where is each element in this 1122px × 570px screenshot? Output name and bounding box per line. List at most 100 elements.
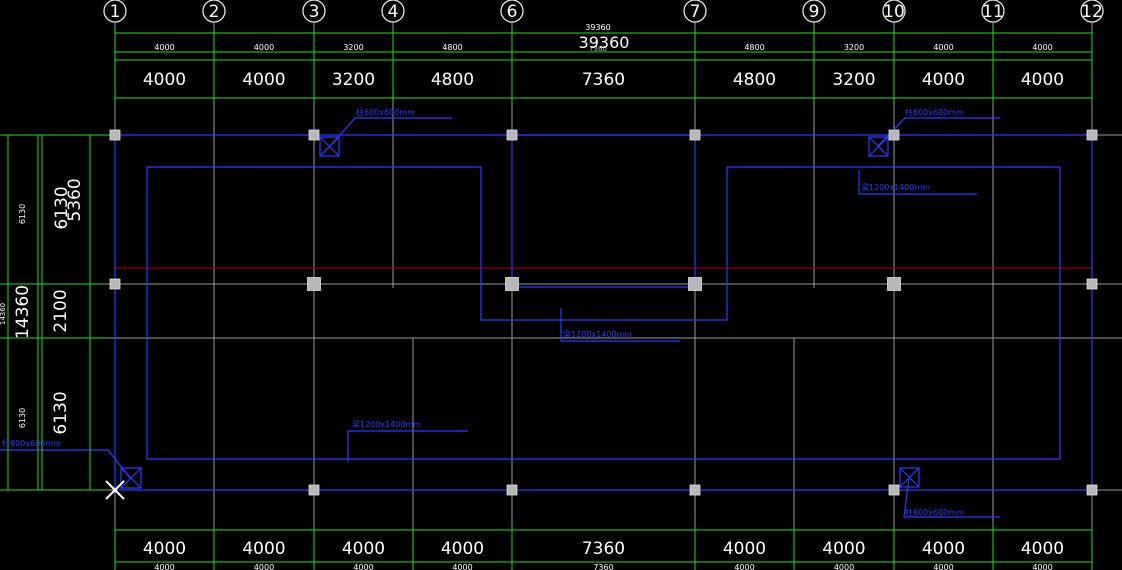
axis-label: 9 [809,2,820,22]
dim-bottom-small-6: 4000 [834,563,854,570]
grid-lines [0,20,1122,570]
dim-bottom-big-8: 4000 [1021,539,1064,559]
dim-top-big-4: 7360 [582,70,625,90]
dim-top-small-6: 3200 [844,43,864,52]
axis-label: 11 [982,2,1004,22]
dim-top-small-2: 3200 [343,43,363,52]
column-marker [887,277,901,291]
column-marker [109,129,121,141]
dim-top-small-5: 4800 [744,43,764,52]
structure-outlines [0,117,1093,518]
dim-left-seg-small-bottom: 6130 [18,408,27,428]
axis-bubble-9: 9 [802,0,826,23]
label-column-bottom-right: 柱600x600mm [905,507,964,517]
dim-bottom-big-0: 4000 [143,539,186,559]
column-marker [505,277,519,291]
dim-bottom-big-7: 4000 [922,539,965,559]
dim-bottom-small-4: 7360 [593,563,613,570]
axis-label: 1 [110,2,121,22]
dim-top-small-1: 4000 [254,43,274,52]
dim-left-seg-small-top: 6130 [18,204,27,224]
dim-top-big-5: 4800 [733,70,776,90]
dim-top-small-7: 4000 [933,43,953,52]
dim-left-total-big: 14360 [13,285,33,339]
axis-bubble-4: 4 [381,0,405,23]
column-markers [109,129,1098,496]
dim-bottom-big-6: 4000 [822,539,865,559]
dim-left-total-small: 14360 [0,303,7,325]
axis-bubble-3: 3 [302,0,326,23]
column-marker [308,484,320,496]
dim-bottom-big-5: 4000 [723,539,766,559]
dim-top-small-8: 4000 [1032,43,1052,52]
column-marker [689,129,701,141]
dim-bottom-small-0: 4000 [154,563,174,570]
axis-bubble-7: 7 [683,0,707,23]
dim-bottom-big-4: 7360 [582,539,625,559]
axis-bubbles: 1 2 3 4 6 7 9 10 11 12 [103,0,1104,23]
label-beam-top-right: 梁1200x1400mm [861,183,930,192]
dim-top-small-3: 4800 [442,43,462,52]
axis-bubble-2: 2 [202,0,226,23]
dim-bottom-big-2: 4000 [342,539,385,559]
cad-drawing-canvas[interactable]: 39360 39360 7360 4000 4000 3200 4800 4800 320… [0,0,1122,570]
dim-bottom-small-3: 4000 [452,563,472,570]
dim-top-big-3: 4800 [431,70,474,90]
beam-outline [146,166,1061,460]
column-marker [307,277,321,291]
dim-left-seg-big-3: 6130 [51,391,71,434]
dim-bottom-small-2: 4000 [353,563,373,570]
dim-left-seg-big-2: 2100 [51,289,71,332]
outer-frame [114,134,1093,491]
label-column-top-right: 柱600x600mm [905,107,964,117]
label-column-top-left: 柱600x600mm [356,107,415,117]
column-marker [1086,129,1098,141]
column-marker [109,278,121,290]
column-marker [688,277,702,291]
dim-top-small-0: 4000 [154,43,174,52]
column-marker [689,484,701,496]
dim-bottom-big-labels: 4000 4000 4000 4000 7360 4000 4000 4000 4000 [143,539,1064,559]
dim-top-big-0: 4000 [143,70,186,90]
column-marker [1086,278,1098,290]
axis-label: 2 [209,2,220,22]
axis-label: 12 [1081,2,1103,22]
column-marker [506,129,518,141]
label-beam-middle: 梁1200x1400mm [563,330,632,339]
dim-top-total-small: 39360 [585,23,610,32]
leader-col-bl [0,449,131,479]
axis-bubble-12: 12 [1080,0,1104,23]
axis-bubble-1: 1 [103,0,127,23]
dim-top-big-6: 3200 [832,70,875,90]
label-beam-bottom-left: 梁1200x1400mm [352,420,421,429]
dim-left-seg-big-1: 5360 [65,178,85,221]
leader-beam-bl [347,430,468,462]
dim-bottom-big-1: 4000 [242,539,285,559]
dim-top-big-8: 4000 [1021,70,1064,90]
axis-bubble-10: 10 [882,0,906,23]
axis-label: 10 [883,2,905,22]
dim-top-big-2: 3200 [332,70,375,90]
dim-bottom-small-labels: 4000 4000 4000 4000 7360 4000 4000 4000 4000 [154,563,1052,570]
label-column-bottom-left: 柱600x600mm [2,438,61,448]
column-marker [506,484,518,496]
axis-label: 3 [309,2,320,22]
column-marker [888,129,900,141]
inner-opening [511,134,696,288]
dim-top-big-labels: 4000 4000 3200 4800 7360 4800 3200 4000 4000 [143,70,1064,90]
dim-bottom-small-7: 4000 [933,563,953,570]
dim-top-big-7: 4000 [922,70,965,90]
dim-top-ghost: 7360 [589,45,607,53]
dim-top-big-1: 4000 [242,70,285,90]
axis-label: 7 [690,2,701,22]
column-marker [1086,484,1098,496]
axis-label: 4 [388,2,399,22]
column-marker [308,129,320,141]
dim-bottom-big-3: 4000 [441,539,484,559]
dim-bottom-small-1: 4000 [254,563,274,570]
column-marker [888,484,900,496]
leader-col-tl [329,117,452,147]
dim-bottom-small-8: 4000 [1032,563,1052,570]
axis-bubble-6: 6 [500,0,524,23]
dim-bottom-small-5: 4000 [734,563,754,570]
